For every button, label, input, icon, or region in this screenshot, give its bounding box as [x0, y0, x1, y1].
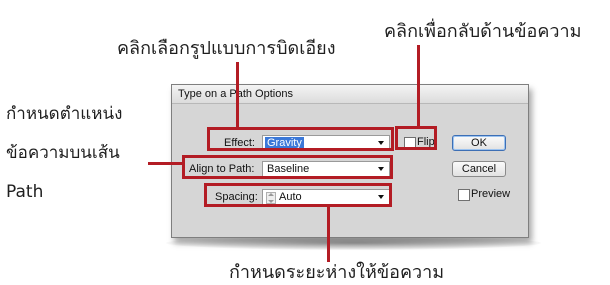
pick-style-connector — [236, 62, 239, 128]
annotation-flip: คลิกเพื่อกลับด้านข้อความ — [384, 21, 582, 42]
annotation-spacing: กำหนดระยะห่างให้ข้อความ — [229, 262, 445, 283]
dialog-shadow — [166, 236, 541, 250]
dialog-titlebar[interactable]: Type on a Path Options — [172, 85, 528, 104]
spacing-highlight-box — [204, 183, 392, 207]
preview-label: Preview — [471, 188, 511, 200]
annotation-position-line3: Path — [6, 182, 44, 202]
preview-checkbox[interactable] — [458, 189, 470, 201]
align-highlight-box — [182, 155, 393, 179]
cancel-button[interactable]: Cancel — [452, 161, 506, 177]
annotation-position-line2: ข้อความบนเส้น — [6, 143, 120, 163]
flip-connector — [417, 45, 420, 127]
ok-button[interactable]: OK — [452, 135, 506, 151]
annotation-pick-style: คลิกเลือกรูปแบบการบิดเอียง — [117, 38, 336, 59]
spacing-connector — [327, 206, 330, 262]
effect-highlight-box — [207, 127, 394, 151]
annotation-position-line1: กำหนดตำแหน่ง — [6, 104, 123, 124]
position-connector — [148, 162, 183, 165]
flip-highlight-box — [395, 126, 437, 150]
